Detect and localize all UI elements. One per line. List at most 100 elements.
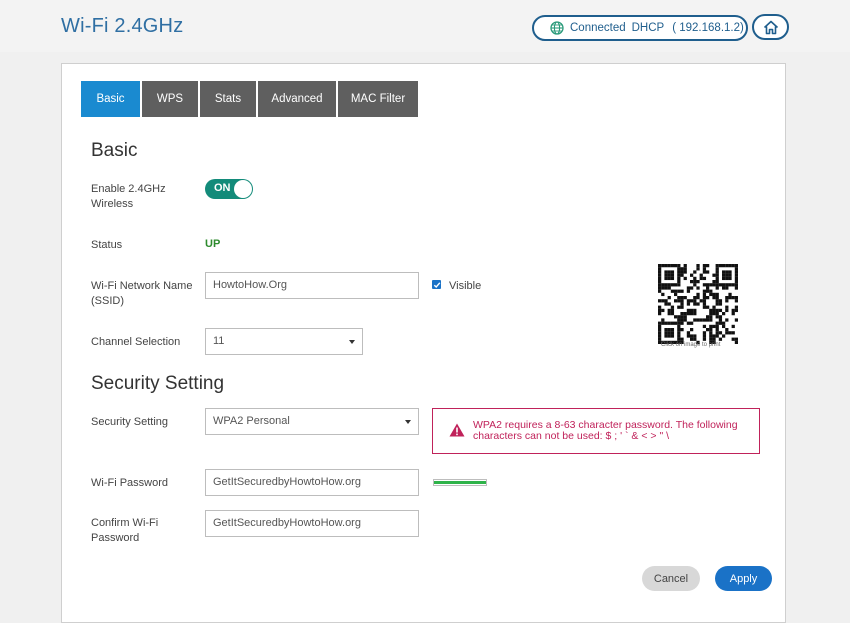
qr-module	[734, 283, 738, 287]
qr-module	[702, 305, 707, 309]
qr-module	[661, 318, 665, 322]
security-heading: Security Setting	[91, 373, 225, 394]
qr-module	[693, 283, 697, 287]
qr-module	[702, 264, 707, 268]
password-strength-fill	[434, 481, 486, 484]
home-button[interactable]	[752, 14, 789, 40]
toggle-knob	[234, 180, 252, 198]
qr-module	[722, 270, 726, 274]
qr-module	[709, 292, 713, 297]
qr-module	[715, 286, 719, 290]
visible-checkbox[interactable]	[432, 280, 441, 289]
tab-stats[interactable]: Stats	[200, 81, 256, 117]
qr-module	[674, 299, 678, 303]
qr-module	[709, 315, 713, 319]
qr-module	[658, 299, 662, 303]
qr-module	[683, 267, 687, 271]
qr-module	[677, 289, 681, 293]
qr-module	[725, 270, 729, 274]
qr-module	[677, 331, 681, 335]
ssid-input[interactable]: HowtoHow.Org	[205, 272, 419, 299]
qr-module	[677, 264, 681, 268]
qr-module	[702, 299, 707, 303]
qr-module	[725, 328, 729, 332]
qr-module	[667, 270, 671, 274]
qr-module	[709, 318, 713, 322]
qr-module	[680, 289, 684, 293]
qr-module	[664, 302, 668, 306]
qr-module	[712, 283, 716, 287]
qr-module	[658, 289, 662, 293]
qr-module	[693, 270, 697, 274]
channel-select[interactable]: 11	[205, 328, 363, 355]
qr-module	[677, 299, 681, 303]
qr-module	[664, 283, 668, 287]
qr-module	[664, 331, 668, 335]
qr-module	[661, 286, 665, 290]
apply-button[interactable]: Apply	[715, 566, 772, 591]
qr-module	[658, 286, 662, 290]
qr-module	[715, 312, 719, 316]
qr-code[interactable]	[658, 264, 738, 344]
qr-module	[734, 270, 738, 274]
qr-module	[658, 305, 662, 309]
password-input[interactable]: GetItSecuredbyHowtoHow.org	[205, 469, 419, 496]
qr-module	[674, 321, 678, 325]
qr-module	[702, 292, 707, 297]
qr-module	[677, 276, 681, 281]
qr-module	[667, 273, 671, 277]
qr-module	[680, 315, 684, 319]
qr-module	[690, 286, 694, 290]
qr-module	[664, 328, 668, 332]
qr-module	[734, 305, 738, 309]
qr-module	[680, 302, 684, 306]
qr-module	[715, 324, 719, 329]
qr-module	[715, 308, 719, 313]
qr-module	[693, 318, 697, 322]
qr-module	[670, 276, 675, 281]
qr-module	[706, 328, 710, 332]
qr-module	[677, 305, 681, 309]
qr-module	[731, 264, 735, 268]
connection-status[interactable]: Connected DHCP ( 192.168.1.2)	[532, 15, 748, 41]
qr-module	[661, 283, 665, 287]
qr-module	[718, 264, 723, 268]
tab-advanced[interactable]: Advanced	[258, 81, 336, 117]
qr-module	[696, 264, 700, 268]
qr-module	[715, 334, 719, 338]
tab-basic[interactable]: Basic	[81, 81, 140, 117]
qr-module	[722, 324, 726, 329]
qr-module	[667, 276, 671, 281]
qr-module	[709, 283, 713, 287]
tab-wps[interactable]: WPS	[142, 81, 198, 117]
qr-module	[658, 324, 662, 329]
cancel-button[interactable]: Cancel	[642, 566, 700, 591]
qr-module	[728, 292, 732, 297]
qr-module	[712, 334, 716, 338]
security-setting-select[interactable]: WPA2 Personal	[205, 408, 419, 435]
qr-module	[696, 292, 700, 297]
qr-module	[715, 315, 719, 319]
qr-module	[722, 334, 726, 338]
enable-wireless-toggle[interactable]: ON	[205, 179, 253, 199]
qr-module	[693, 334, 697, 338]
qr-module	[686, 312, 691, 316]
qr-module	[658, 267, 662, 271]
qr-module	[722, 264, 726, 268]
qr-module	[718, 308, 723, 313]
tab-mac-filter[interactable]: MAC Filter	[338, 81, 418, 117]
confirm-password-label-line2: Password	[91, 532, 140, 544]
qr-module	[725, 308, 729, 313]
qr-module	[693, 280, 697, 284]
qr-module	[686, 302, 691, 306]
qr-module	[686, 331, 691, 335]
qr-module	[706, 264, 710, 268]
qr-module	[712, 305, 716, 309]
qr-module	[702, 296, 707, 300]
confirm-password-input[interactable]: GetItSecuredbyHowtoHow.org	[205, 510, 419, 537]
qr-module	[728, 273, 732, 277]
qr-module	[718, 321, 723, 325]
qr-module	[658, 321, 662, 325]
alert-message: WPA2 requires a 8-63 character password.…	[473, 420, 758, 442]
qr-module	[709, 331, 713, 335]
